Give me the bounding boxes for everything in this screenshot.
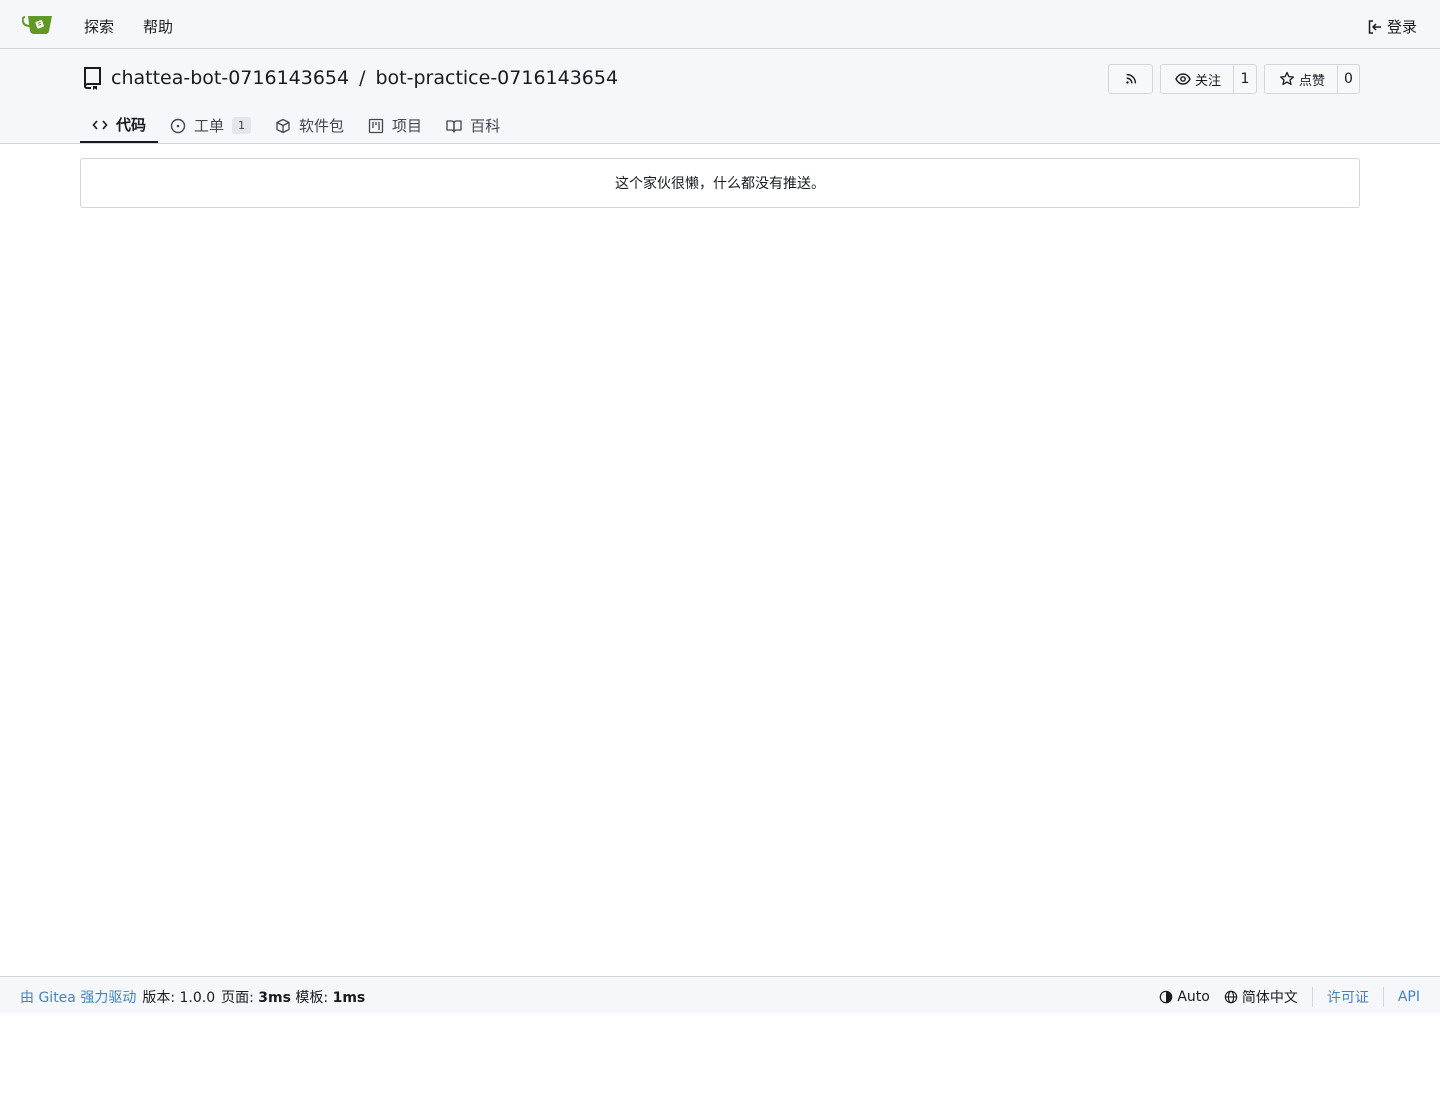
eye-icon (1175, 71, 1191, 87)
project-icon (368, 118, 384, 134)
issue-count-badge: 1 (232, 117, 252, 134)
code-icon (92, 117, 108, 133)
nav-help[interactable]: 帮助 (143, 16, 173, 37)
star-label: 点赞 (1299, 73, 1326, 89)
watch-button[interactable]: 关注 (1161, 65, 1235, 93)
login-link[interactable]: 登录 (1367, 16, 1417, 37)
empty-repo-message: 这个家伙很懒，什么都没有推送。 (80, 158, 1360, 208)
globe-icon (1224, 990, 1238, 1004)
theme-label: Auto (1177, 989, 1210, 1005)
repo-header: chattea-bot-0716143654 / bot-practice-07… (0, 49, 1440, 144)
template-time-value: 1ms (332, 990, 366, 1006)
tab-label: 软件包 (299, 117, 345, 135)
book-icon (446, 118, 462, 134)
star-count[interactable]: 0 (1338, 71, 1359, 87)
tab-label: 百科 (470, 117, 501, 135)
sign-in-icon (1367, 19, 1383, 35)
empty-repo-text: 这个家伙很懒，什么都没有推送。 (615, 176, 825, 192)
star-button[interactable]: 点赞 (1265, 65, 1339, 93)
version-value: 1.0.0 (179, 990, 216, 1006)
page-time-label: 页面: (221, 990, 254, 1006)
watch-count[interactable]: 1 (1234, 71, 1256, 87)
tab-label: 工单 (194, 117, 225, 135)
footer-right: Auto 简体中文 许可证 API (1159, 987, 1420, 1007)
repo-tabs: 代码 工单 1 软件包 项目 百科 (80, 108, 512, 143)
powered-by-link[interactable]: 由 Gitea 强力驱动 (20, 987, 136, 1007)
watch-button-group: 关注 1 (1160, 64, 1257, 94)
tab-label: 项目 (392, 117, 423, 135)
license-link[interactable]: 许可证 (1327, 987, 1369, 1007)
footer-divider (1382, 987, 1384, 1007)
tab-issues[interactable]: 工单 1 (158, 108, 263, 143)
footer-divider (1311, 987, 1313, 1007)
gitea-logo-icon[interactable] (22, 13, 54, 37)
tab-code[interactable]: 代码 (80, 108, 159, 143)
star-icon (1279, 71, 1295, 87)
nav-explore[interactable]: 探索 (84, 16, 114, 37)
package-icon (275, 118, 291, 134)
repo-title: chattea-bot-0716143654 / bot-practice-07… (80, 66, 618, 90)
version-label: 版本: (142, 990, 176, 1006)
repo-name-link[interactable]: bot-practice-0716143654 (376, 67, 619, 89)
tab-label: 代码 (116, 116, 147, 134)
template-time-label: 模板: (295, 990, 329, 1006)
repo-separator: / (359, 67, 366, 89)
rss-icon (1124, 72, 1138, 86)
theme-auto-icon (1159, 990, 1173, 1004)
theme-switcher[interactable]: Auto (1159, 989, 1210, 1005)
tab-packages[interactable]: 软件包 (263, 108, 356, 143)
footer: 由 Gitea 强力驱动 版本: 1.0.0 页面: 3ms 模板: 1ms A… (0, 976, 1440, 1013)
watch-label: 关注 (1195, 73, 1222, 89)
repo-owner-link[interactable]: chattea-bot-0716143654 (111, 67, 349, 89)
tab-wiki[interactable]: 百科 (434, 108, 512, 143)
repo-icon (80, 66, 104, 90)
api-link[interactable]: API (1398, 989, 1420, 1005)
language-label: 简体中文 (1241, 990, 1298, 1006)
login-label: 登录 (1386, 18, 1417, 36)
version-info: 版本: 1.0.0 (142, 987, 215, 1007)
issue-opened-icon (170, 118, 186, 134)
language-switcher[interactable]: 简体中文 (1224, 987, 1298, 1007)
footer-left: 由 Gitea 强力驱动 版本: 1.0.0 页面: 3ms 模板: 1ms (20, 987, 365, 1007)
tab-projects[interactable]: 项目 (356, 108, 434, 143)
rss-button[interactable] (1108, 64, 1153, 94)
top-navbar: 探索 帮助 登录 (0, 0, 1440, 49)
page-timing: 页面: 3ms 模板: 1ms (221, 987, 365, 1007)
star-button-group: 点赞 0 (1264, 64, 1360, 94)
page-time-value: 3ms (258, 990, 291, 1006)
